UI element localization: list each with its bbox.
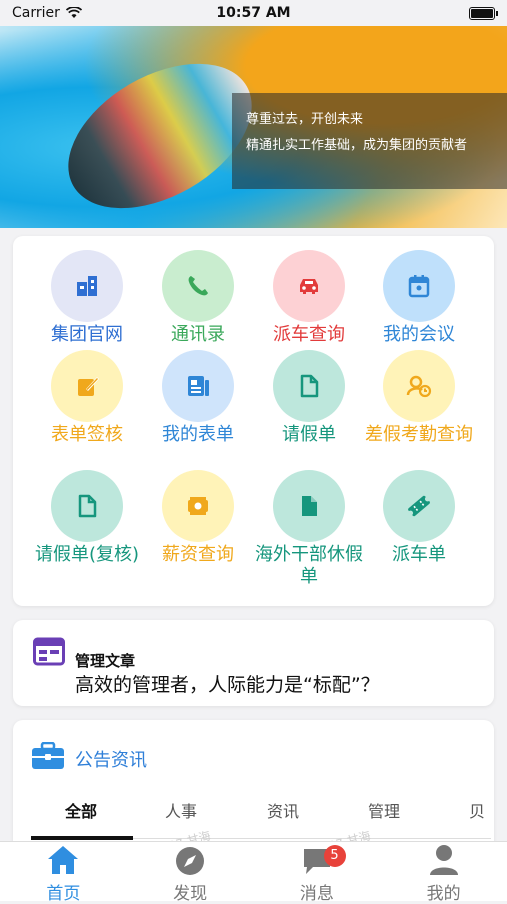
compass-icon — [176, 847, 205, 875]
article-calendar-icon — [33, 637, 65, 666]
grid-item-label: 通讯录 — [171, 324, 225, 345]
tab-all[interactable]: 全部 — [65, 798, 97, 822]
banner-carousel[interactable]: 尊重过去，开创未来 精通扎实工作基础，成为集团的贡献者 — [0, 26, 507, 228]
grid-item-icon-bg — [51, 470, 123, 542]
tabbar-label: 消息 — [299, 884, 334, 904]
clock: 10:57 AM — [216, 5, 291, 21]
grid-item[interactable]: 我的表单 — [142, 350, 254, 446]
grid-item-label: 集团官网 — [51, 324, 123, 345]
grid-item-label: 我的会议 — [383, 324, 455, 345]
status-bar: Carrier 10:57 AM — [0, 0, 507, 26]
grid-item-label: 薪资查询 — [162, 544, 234, 565]
wifi-icon — [65, 7, 82, 18]
tabbar-label: 发现 — [173, 884, 208, 904]
unread-badge: 5 — [323, 845, 346, 867]
car-icon — [300, 279, 318, 294]
grid-item-icon-bg — [162, 350, 234, 422]
tabbar-discover[interactable]: 发现 — [127, 842, 254, 904]
tabbar-messages[interactable]: 消息 5 — [254, 842, 381, 904]
document-filled-icon — [302, 496, 317, 516]
person-icon — [429, 845, 458, 875]
tabbar-label: 首页 — [46, 884, 81, 904]
banner-caption: 尊重过去，开创未来 精通扎实工作基础，成为集团的贡献者 — [232, 93, 507, 189]
grid-item-label: 请假单 — [282, 424, 336, 445]
grid-item-label: 我的表单 — [162, 424, 234, 445]
grid-item-icon-bg — [51, 350, 123, 422]
ticket-icon — [408, 495, 430, 517]
tab-personnel[interactable]: 人事 — [165, 798, 197, 822]
banner-line-2: 精通扎实工作基础，成为集团的贡献者 — [246, 138, 468, 153]
document-icon — [300, 374, 319, 398]
grid-item[interactable]: 我的会议 — [363, 250, 475, 346]
grid-item-icon-bg — [383, 470, 455, 542]
home-icon — [48, 846, 79, 874]
grid-item-label: 海外干部休假单 — [255, 544, 363, 587]
grid-item[interactable]: 集团官网 — [31, 250, 143, 346]
grid-item[interactable]: 差假考勤查询 — [363, 350, 475, 446]
tabbar-label: 我的 — [426, 884, 461, 904]
tab-management[interactable]: 管理 — [368, 798, 400, 822]
grid-item[interactable]: 海外干部休假单 — [253, 470, 365, 588]
grid-item[interactable]: 派车单 — [363, 470, 475, 566]
grid-item-icon-bg — [383, 250, 455, 322]
tabbar-profile[interactable]: 我的 — [380, 842, 507, 904]
attendance-icon — [406, 375, 432, 398]
grid-item-icon-bg — [273, 350, 345, 422]
grid-item-icon-bg — [273, 470, 345, 542]
news-title: 公告资讯 — [75, 750, 147, 771]
document-icon — [78, 494, 97, 518]
grid-item-label: 派车单 — [392, 544, 446, 565]
form-list-icon — [188, 376, 209, 396]
grid-item-icon-bg — [162, 470, 234, 542]
grid-item-label: 差假考勤查询 — [365, 424, 473, 445]
battery-icon — [469, 6, 498, 20]
tabbar-home[interactable]: 首页 — [0, 842, 127, 904]
tab-indicator — [31, 836, 133, 840]
carrier-label: Carrier — [12, 5, 60, 21]
grid-item-label: 请假单(复核) — [34, 544, 140, 565]
calendar-icon — [408, 275, 430, 298]
banner-line-1: 尊重过去，开创未来 — [246, 112, 364, 127]
grid-item[interactable]: 派车查询 — [253, 250, 365, 346]
article-card[interactable]: 管理文章 高效的管理者，人际能力是“标配”？ — [13, 620, 494, 706]
grid-item-icon-bg — [162, 250, 234, 322]
grid-item[interactable]: 通讯录 — [142, 250, 254, 346]
grid-item-label: 表单签核 — [51, 424, 123, 445]
news-tabs: 全部 人事 资讯 管理 贝 — [31, 794, 491, 840]
grid-item[interactable]: 薪资查询 — [142, 470, 254, 566]
tab-info[interactable]: 资讯 — [267, 798, 299, 822]
money-icon — [188, 497, 208, 515]
function-grid-card: 集团官网 通讯录 派车查询 我的会议表单签核 我的表单 请假单 差假考勤查询请假单(复核) 薪… — [13, 236, 494, 606]
grid-item[interactable]: 请假单 — [253, 350, 365, 446]
briefcase-icon — [32, 742, 64, 769]
grid-item-icon-bg — [273, 250, 345, 322]
grid-item[interactable]: 表单签核 — [31, 350, 143, 446]
news-card: 公告资讯 全部 人事 资讯 管理 贝 2007 甘海 2007 甘海 — [13, 720, 494, 860]
building-icon — [77, 276, 97, 296]
grid-item-icon-bg — [51, 250, 123, 322]
grid-item-label: 派车查询 — [273, 324, 345, 345]
phone-icon — [188, 276, 208, 296]
function-grid: 集团官网 通讯录 派车查询 我的会议表单签核 我的表单 请假单 差假考勤查询请假单(复核) 薪… — [13, 236, 494, 606]
article-headline: 高效的管理者，人际能力是“标配”？ — [75, 674, 380, 696]
grid-item-icon-bg — [383, 350, 455, 422]
sign-form-icon — [78, 377, 99, 396]
tab-more[interactable]: 贝 — [469, 798, 491, 822]
grid-item[interactable]: 请假单(复核) — [31, 470, 143, 566]
bottom-tab-bar: 首页 发现 消息 5 我的 — [0, 841, 507, 904]
article-title: 管理文章 — [75, 652, 136, 670]
